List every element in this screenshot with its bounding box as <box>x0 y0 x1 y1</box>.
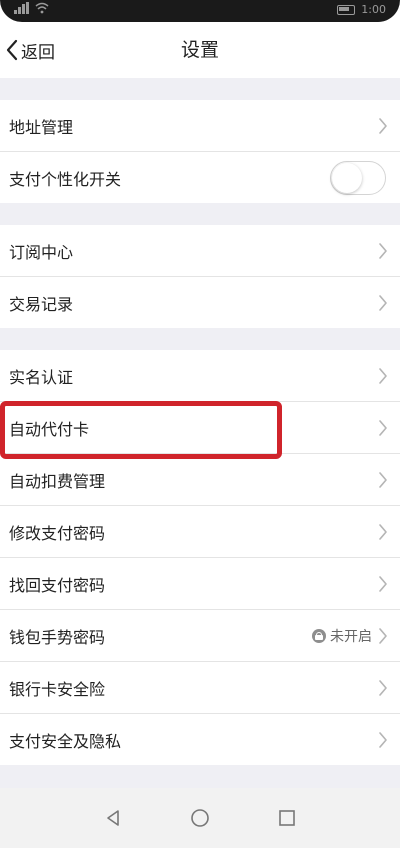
circle-home-icon <box>191 809 209 827</box>
chevron-right-icon <box>378 117 388 135</box>
page-title: 设置 <box>180 39 219 61</box>
chevron-right-icon <box>378 471 388 489</box>
row-label: 订阅中心 <box>9 242 74 262</box>
toggle-knob <box>332 162 362 193</box>
chevron-right-icon <box>378 679 388 697</box>
row-label: 支付安全及隐私 <box>9 731 122 751</box>
square-recent-icon <box>278 810 295 826</box>
settings-list: 地址管理 支付个性化开关 订阅中心 交易记录 实名认证 自动代付卡 自动扣费管理… <box>0 78 400 765</box>
nav-recent-button[interactable] <box>272 803 302 833</box>
row-bank-card-insurance[interactable]: 银行卡安全险 <box>0 662 400 714</box>
nav-back-button[interactable] <box>98 803 128 833</box>
triangle-back-icon <box>107 810 120 826</box>
status-left <box>14 2 49 14</box>
chevron-right-icon <box>378 294 388 312</box>
nav-bar: 返回 设置 <box>0 22 400 78</box>
gesture-status: 未开启 <box>312 626 372 646</box>
row-label: 支付个性化开关 <box>9 169 122 189</box>
gesture-status-text: 未开启 <box>330 628 372 645</box>
row-recover-pay-password[interactable]: 找回支付密码 <box>0 558 400 610</box>
row-real-name-auth[interactable]: 实名认证 <box>0 350 400 402</box>
nav-home-button[interactable] <box>185 803 215 833</box>
row-label: 地址管理 <box>9 117 74 137</box>
row-label: 自动代付卡 <box>9 419 90 439</box>
row-pay-security-privacy[interactable]: 支付安全及隐私 <box>0 714 400 765</box>
group-gap <box>0 328 400 350</box>
wifi-icon <box>35 2 49 14</box>
row-subscription-center[interactable]: 订阅中心 <box>0 225 400 277</box>
chevron-right-icon <box>378 627 388 645</box>
row-label: 钱包手势密码 <box>9 627 106 647</box>
row-label: 实名认证 <box>9 367 74 387</box>
chevron-right-icon <box>378 575 388 593</box>
row-transaction-records[interactable]: 交易记录 <box>0 277 400 328</box>
row-address-management[interactable]: 地址管理 <box>0 100 400 152</box>
row-label: 交易记录 <box>9 294 74 314</box>
chevron-right-icon <box>378 523 388 541</box>
row-payment-personalization: 支付个性化开关 <box>0 152 400 203</box>
chevron-right-icon <box>378 419 388 437</box>
payment-personalization-toggle[interactable] <box>330 160 386 195</box>
row-change-pay-password[interactable]: 修改支付密码 <box>0 506 400 558</box>
row-label: 银行卡安全险 <box>9 679 106 699</box>
system-nav-bar <box>0 788 400 848</box>
status-time: 1:00 <box>361 3 386 16</box>
row-auto-pay-card[interactable]: 自动代付卡 <box>0 402 400 454</box>
status-right: 1:00 <box>337 2 386 18</box>
chevron-right-icon <box>378 367 388 385</box>
row-label: 找回支付密码 <box>9 575 106 595</box>
chevron-right-icon <box>378 731 388 749</box>
group-gap <box>0 78 400 100</box>
battery-icon <box>337 5 356 15</box>
row-label: 自动扣费管理 <box>9 471 106 491</box>
row-wallet-gesture-password[interactable]: 钱包手势密码 未开启 <box>0 610 400 662</box>
row-auto-deduction[interactable]: 自动扣费管理 <box>0 454 400 506</box>
row-label: 修改支付密码 <box>9 523 106 543</box>
group-gap <box>0 203 400 225</box>
chevron-right-icon <box>378 242 388 260</box>
lock-icon <box>312 628 326 643</box>
signal-icon <box>14 2 29 14</box>
